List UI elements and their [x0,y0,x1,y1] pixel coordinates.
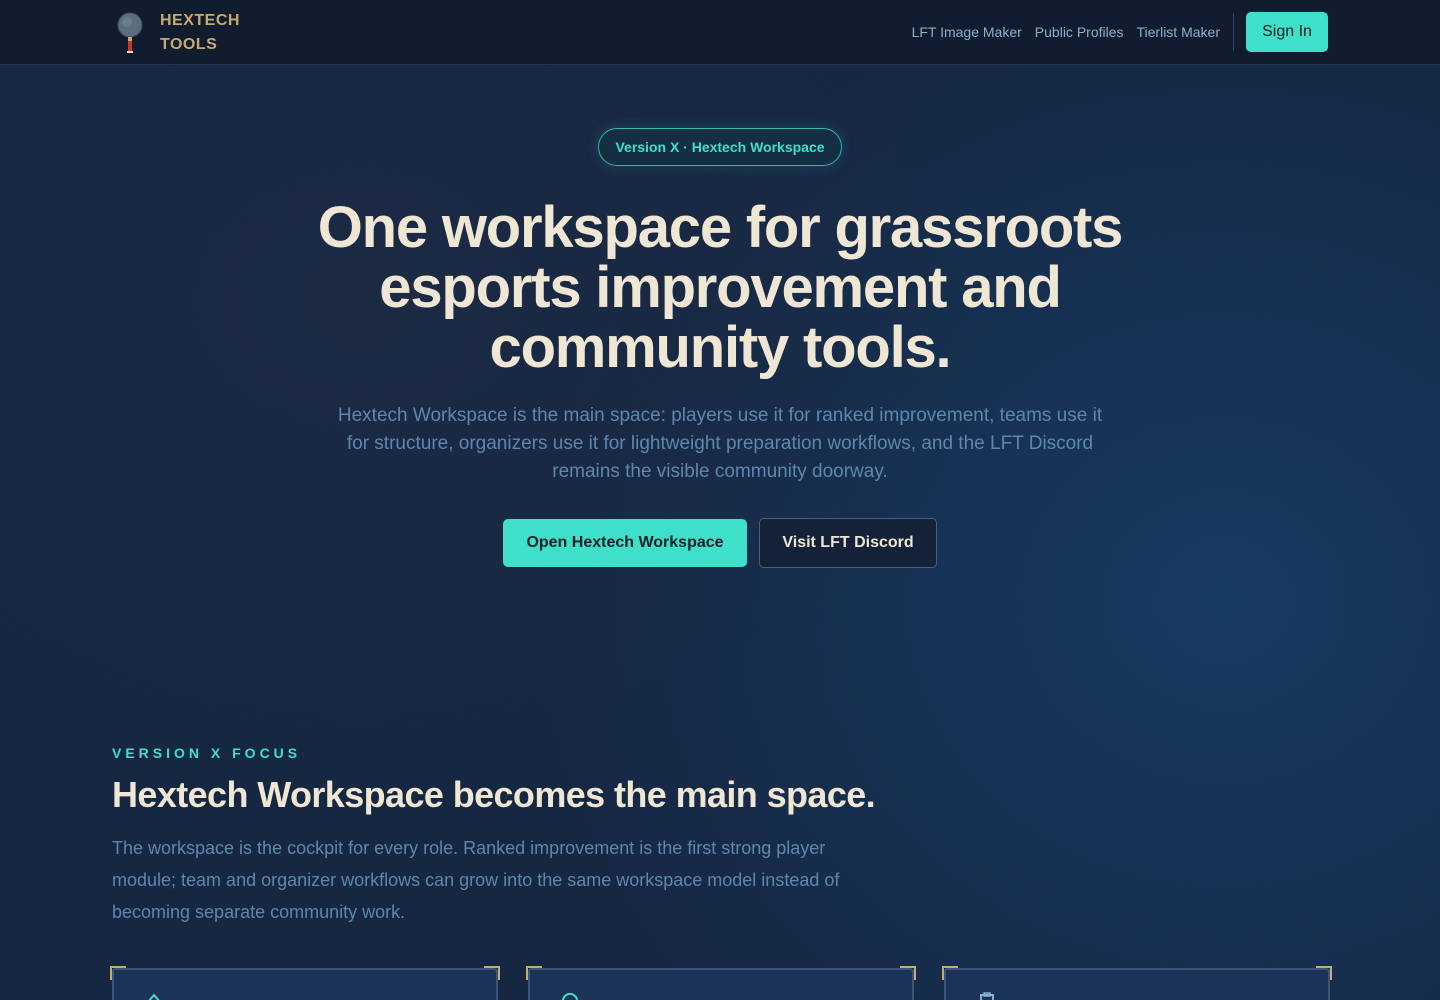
refresh-icon [562,992,578,1000]
focus-body: The workspace is the cockpit for every r… [112,838,840,922]
focus-title: Hextech Workspace becomes the main space… [112,774,876,815]
brand-line-2: TOOLS [160,36,218,53]
brand-logo-link[interactable]: HEXTECH TOOLS [116,10,250,56]
top-navigation-bar: HEXTECH TOOLS LFT Image Maker Public Pro… [0,0,1440,65]
hero-subtitle: Hextech Workspace is the main space: pla… [337,405,1103,482]
focus-card-2[interactable] [526,966,916,1000]
card-corner-ornament [484,966,500,980]
focus-card-3[interactable] [942,966,1332,1000]
version-badge: Version X · Hextech Workspace [598,128,842,166]
hero-cta-group: Open Hextech Workspace Visit LFT Discord [503,518,937,568]
focus-card-1[interactable] [110,966,500,1000]
open-workspace-button[interactable]: Open Hextech Workspace [503,519,747,567]
hero-title: One workspace for grassroots esports imp… [317,195,1124,380]
arrow-up-icon [148,993,160,1000]
card-corner-ornament [110,966,126,980]
sign-in-button[interactable]: Sign In [1246,12,1328,52]
card-corner-ornament [900,966,916,980]
nav-link-tierlist-maker[interactable]: Tierlist Maker [1137,24,1221,40]
visit-discord-button[interactable]: Visit LFT Discord [759,518,937,568]
brand-name: HEXTECH TOOLS [160,9,250,57]
brand-line-1: HEXTECH [160,12,240,29]
card-corner-ornament [942,966,958,980]
card-corner-ornament [526,966,542,980]
nav-link-public-profiles[interactable]: Public Profiles [1035,24,1124,40]
hextech-lantern-icon [116,12,146,54]
focus-eyebrow: VERSION X FOCUS [112,745,302,761]
card-corner-ornament [1316,966,1332,980]
main-nav: LFT Image Maker Public Profiles Tierlist… [899,12,1328,52]
briefcase-icon [980,992,994,1000]
nav-link-lft-image-maker[interactable]: LFT Image Maker [912,24,1022,40]
nav-divider [1233,13,1234,51]
